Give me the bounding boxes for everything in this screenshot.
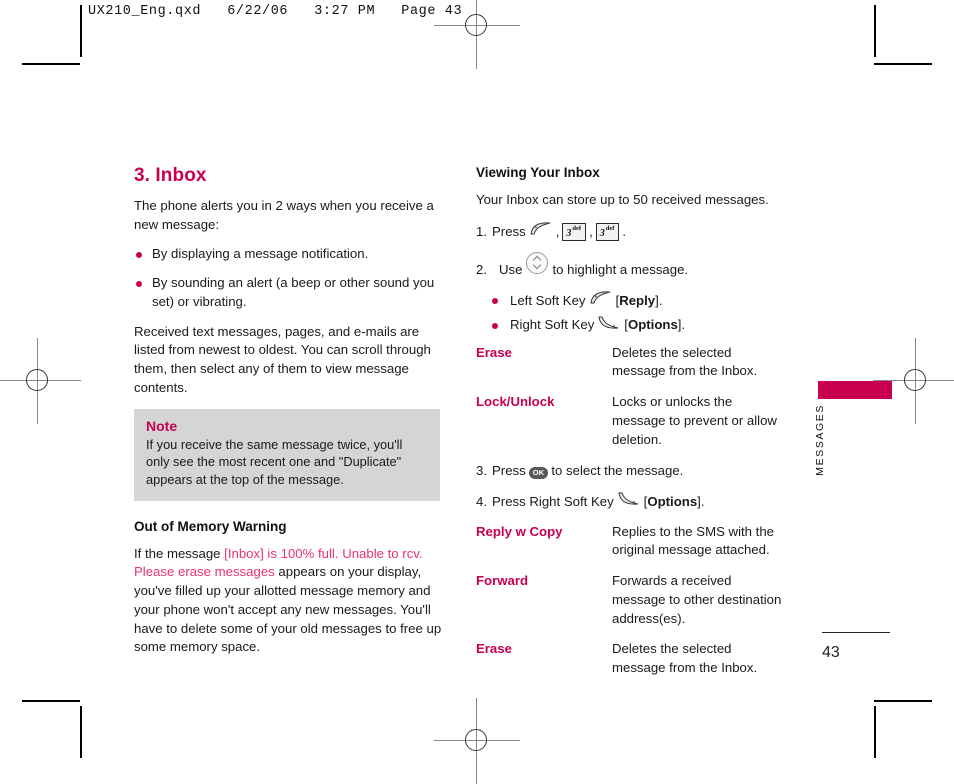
list-item: By displaying a message notification. xyxy=(134,245,444,264)
step-1-period: . xyxy=(622,223,627,239)
crop-mark-bottom-right-v xyxy=(874,706,876,758)
step-4-label: Press Right Soft Key xyxy=(492,494,614,510)
note-box: Note If you receive the same message twi… xyxy=(134,408,440,501)
crop-mark-top-left-h xyxy=(22,63,80,65)
option-description: Locks or unlocks the message to prevent … xyxy=(612,394,777,447)
registration-circle xyxy=(465,14,487,36)
option-term: Lock/Unlock xyxy=(476,394,555,410)
step-4-number: 4. xyxy=(476,494,487,510)
keycap-letters: def xyxy=(605,225,615,233)
keypad-key-3-first: 3def xyxy=(562,222,587,241)
inbox-capacity-text: Your Inbox can store up to 50 received m… xyxy=(476,192,769,207)
keycap-digit: 3 xyxy=(599,227,605,239)
list-item-left-soft-key: Left Soft Key [Reply]. xyxy=(492,290,786,311)
table-row: Reply w Copy Replies to the SMS with the… xyxy=(476,523,786,560)
registration-circle xyxy=(904,369,926,391)
registration-mark-left xyxy=(0,338,81,424)
bracket-close: ]. xyxy=(697,494,705,510)
left-soft-key-label: Left Soft Key xyxy=(510,292,586,308)
option-term: Reply w Copy xyxy=(476,523,563,539)
registration-mark-bottom xyxy=(434,698,520,784)
crop-mark-bottom-right-h xyxy=(874,700,932,702)
left-soft-key-icon xyxy=(529,221,553,241)
step-2-number: 2. xyxy=(476,261,487,277)
page-number: 43 xyxy=(822,644,840,661)
page-number-rule xyxy=(822,632,890,634)
keypad-key-3-second: 3def xyxy=(595,222,620,241)
keycap-letters: def xyxy=(572,225,582,233)
list-item: By sounding an alert (a beep or other so… xyxy=(134,274,444,311)
step-1: 1. Press , 3def , 3def . xyxy=(476,221,786,241)
right-soft-key-icon xyxy=(617,491,641,511)
crop-mark-top-left-v xyxy=(80,5,82,57)
step-1-comma-2: , xyxy=(589,223,593,239)
step-1-comma-1: , xyxy=(555,223,560,239)
step-2-tail: to highlight a message. xyxy=(552,261,689,277)
registration-mark-right xyxy=(873,338,954,424)
step-2: 2. Use to highlight a message. xyxy=(476,251,786,279)
side-tab-label: MESSAGES xyxy=(814,404,826,476)
step-3: 3. Press OK to select the message. xyxy=(476,461,786,480)
side-tab-bar xyxy=(818,381,892,399)
registration-circle xyxy=(465,729,487,751)
table-row: Forward Forwards a received message to o… xyxy=(476,572,786,628)
alert-methods-list: By displaying a message notification. By… xyxy=(134,245,444,311)
options-table-2: Reply w Copy Replies to the SMS with the… xyxy=(476,523,786,678)
option-description: Forwards a received message to other des… xyxy=(612,573,782,626)
step-1-label: Press xyxy=(492,223,526,239)
step-3-tail: to select the message. xyxy=(551,463,684,479)
table-row: Lock/Unlock Locks or unlocks the message… xyxy=(476,393,786,449)
intro-paragraph: The phone alerts you in 2 ways when you … xyxy=(134,198,434,232)
print-header: UX210_Eng.qxd 6/22/06 3:27 PM Page 43 xyxy=(88,4,463,19)
right-soft-key-label: Right Soft Key xyxy=(510,317,595,333)
step-1-number: 1. xyxy=(476,223,487,239)
registration-circle xyxy=(26,369,48,391)
table-row: Erase Deletes the selected message from … xyxy=(476,640,786,677)
navigation-key-icon xyxy=(526,251,549,274)
viewing-inbox-heading: Viewing Your Inbox xyxy=(476,165,600,180)
step-4-action: Options xyxy=(647,494,698,510)
option-description: Replies to the SMS with the original mes… xyxy=(612,523,774,558)
step-3-number: 3. xyxy=(476,463,487,479)
soft-key-action: Reply xyxy=(619,292,656,308)
step-2-label: Use xyxy=(499,261,523,277)
options-table-1: Erase Deletes the selected message from … xyxy=(476,344,786,450)
out-of-memory-heading: Out of Memory Warning xyxy=(134,518,287,534)
left-column: 3. Inbox The phone alerts you in 2 ways … xyxy=(134,165,444,668)
bracket-close: ]. xyxy=(655,292,663,308)
right-column: Viewing Your Inbox Your Inbox can store … xyxy=(476,165,786,690)
warning-text-before: If the message xyxy=(134,545,225,561)
soft-key-action: Options xyxy=(627,317,678,333)
right-soft-key-icon xyxy=(597,315,621,336)
option-term: Forward xyxy=(476,573,529,589)
table-row: Erase Deletes the selected message from … xyxy=(476,344,786,381)
out-of-memory-paragraph: If the message [Inbox] is 100% full. Una… xyxy=(134,545,444,657)
option-term: Erase xyxy=(476,641,512,657)
step-4: 4. Press Right Soft Key [Options]. xyxy=(476,491,786,511)
note-body: If you receive the same message twice, y… xyxy=(146,436,403,487)
left-soft-key-icon xyxy=(589,290,613,311)
crop-mark-top-right-h xyxy=(874,63,932,65)
bracket-close: ]. xyxy=(677,317,686,333)
crop-mark-bottom-left-v xyxy=(80,706,82,758)
sorting-paragraph: Received text messages, pages, and e-mai… xyxy=(134,323,431,395)
option-description: Deletes the selected message from the In… xyxy=(612,641,758,675)
option-description: Deletes the selected message from the In… xyxy=(612,344,758,379)
soft-key-list: Left Soft Key [Reply]. Right Soft Key [O… xyxy=(476,290,786,336)
page-title: 3. Inbox xyxy=(134,165,207,186)
ok-key-icon: OK xyxy=(528,467,549,479)
list-item-right-soft-key: Right Soft Key [Options]. xyxy=(492,315,786,336)
registration-mark-top xyxy=(434,0,520,69)
note-heading: Note xyxy=(146,417,178,434)
crop-mark-top-right-v xyxy=(874,5,876,57)
step-3-label: Press xyxy=(492,463,526,479)
keycap-digit: 3 xyxy=(566,227,572,239)
option-term: Erase xyxy=(476,344,512,360)
crop-mark-bottom-left-h xyxy=(22,700,80,702)
